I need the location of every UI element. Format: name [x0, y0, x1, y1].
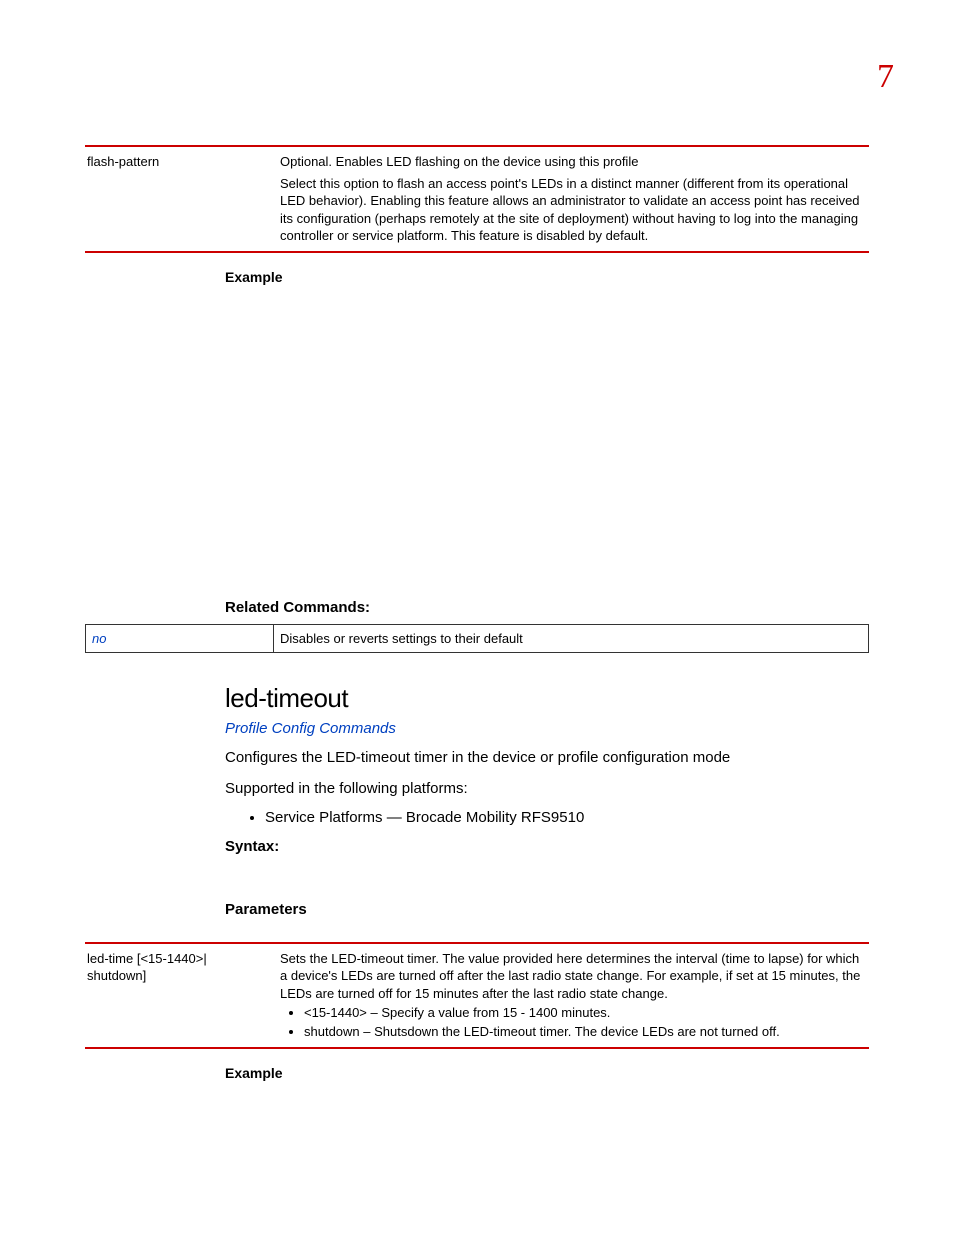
syntax-heading: Syntax:	[225, 838, 869, 855]
flash-pattern-table: flash-pattern Optional. Enables LED flas…	[85, 145, 869, 253]
param2-bullets: <15-1440> – Specify a value from 15 - 14…	[280, 1004, 863, 1040]
intro-text: Configures the LED-timeout timer in the …	[225, 747, 869, 768]
related-commands-table: no Disables or reverts settings to their…	[85, 624, 869, 653]
no-command-link[interactable]: no	[92, 631, 106, 646]
platform-list: Service Platforms — Brocade Mobility RFS…	[225, 809, 869, 826]
param2-bullet-1: <15-1440> – Specify a value from 15 - 14…	[304, 1004, 863, 1022]
supported-text: Supported in the following platforms:	[225, 778, 869, 799]
platform-item: Service Platforms — Brocade Mobility RFS…	[265, 809, 869, 826]
param-desc-line2: Select this option to flash an access po…	[280, 175, 863, 245]
content-area: flash-pattern Optional. Enables LED flas…	[85, 145, 869, 1081]
param2-name-cell: led-time [<15-1440>| shutdown]	[85, 943, 278, 1049]
example-heading-2: Example	[225, 1065, 869, 1081]
profile-config-link[interactable]: Profile Config Commands	[225, 720, 869, 737]
related-desc-cell: Disables or reverts settings to their de…	[274, 624, 869, 652]
section-title: led-timeout	[225, 683, 869, 714]
related-cmd-cell: no	[86, 624, 274, 652]
param2-bullet-2: shutdown – Shutsdown the LED-timeout tim…	[304, 1023, 863, 1041]
param2-desc-cell: Sets the LED-timeout timer. The value pr…	[278, 943, 869, 1049]
param-name-cell: flash-pattern	[85, 146, 278, 252]
example-heading-1: Example	[225, 269, 869, 285]
led-timeout-params-table: led-time [<15-1440>| shutdown] Sets the …	[85, 942, 869, 1050]
parameters-heading: Parameters	[225, 901, 869, 918]
led-timeout-section: led-timeout Profile Config Commands Conf…	[225, 683, 869, 918]
page: 7 flash-pattern Optional. Enables LED fl…	[0, 0, 954, 1127]
example-section-2: Example	[225, 1065, 869, 1081]
example-section-1: Example Related Commands:	[225, 269, 869, 616]
related-commands-heading: Related Commands:	[225, 599, 869, 616]
param-desc-cell: Optional. Enables LED flashing on the de…	[278, 146, 869, 252]
page-number: 7	[877, 58, 894, 96]
param-desc-line1: Optional. Enables LED flashing on the de…	[280, 153, 863, 171]
param2-desc-text: Sets the LED-timeout timer. The value pr…	[280, 950, 863, 1003]
